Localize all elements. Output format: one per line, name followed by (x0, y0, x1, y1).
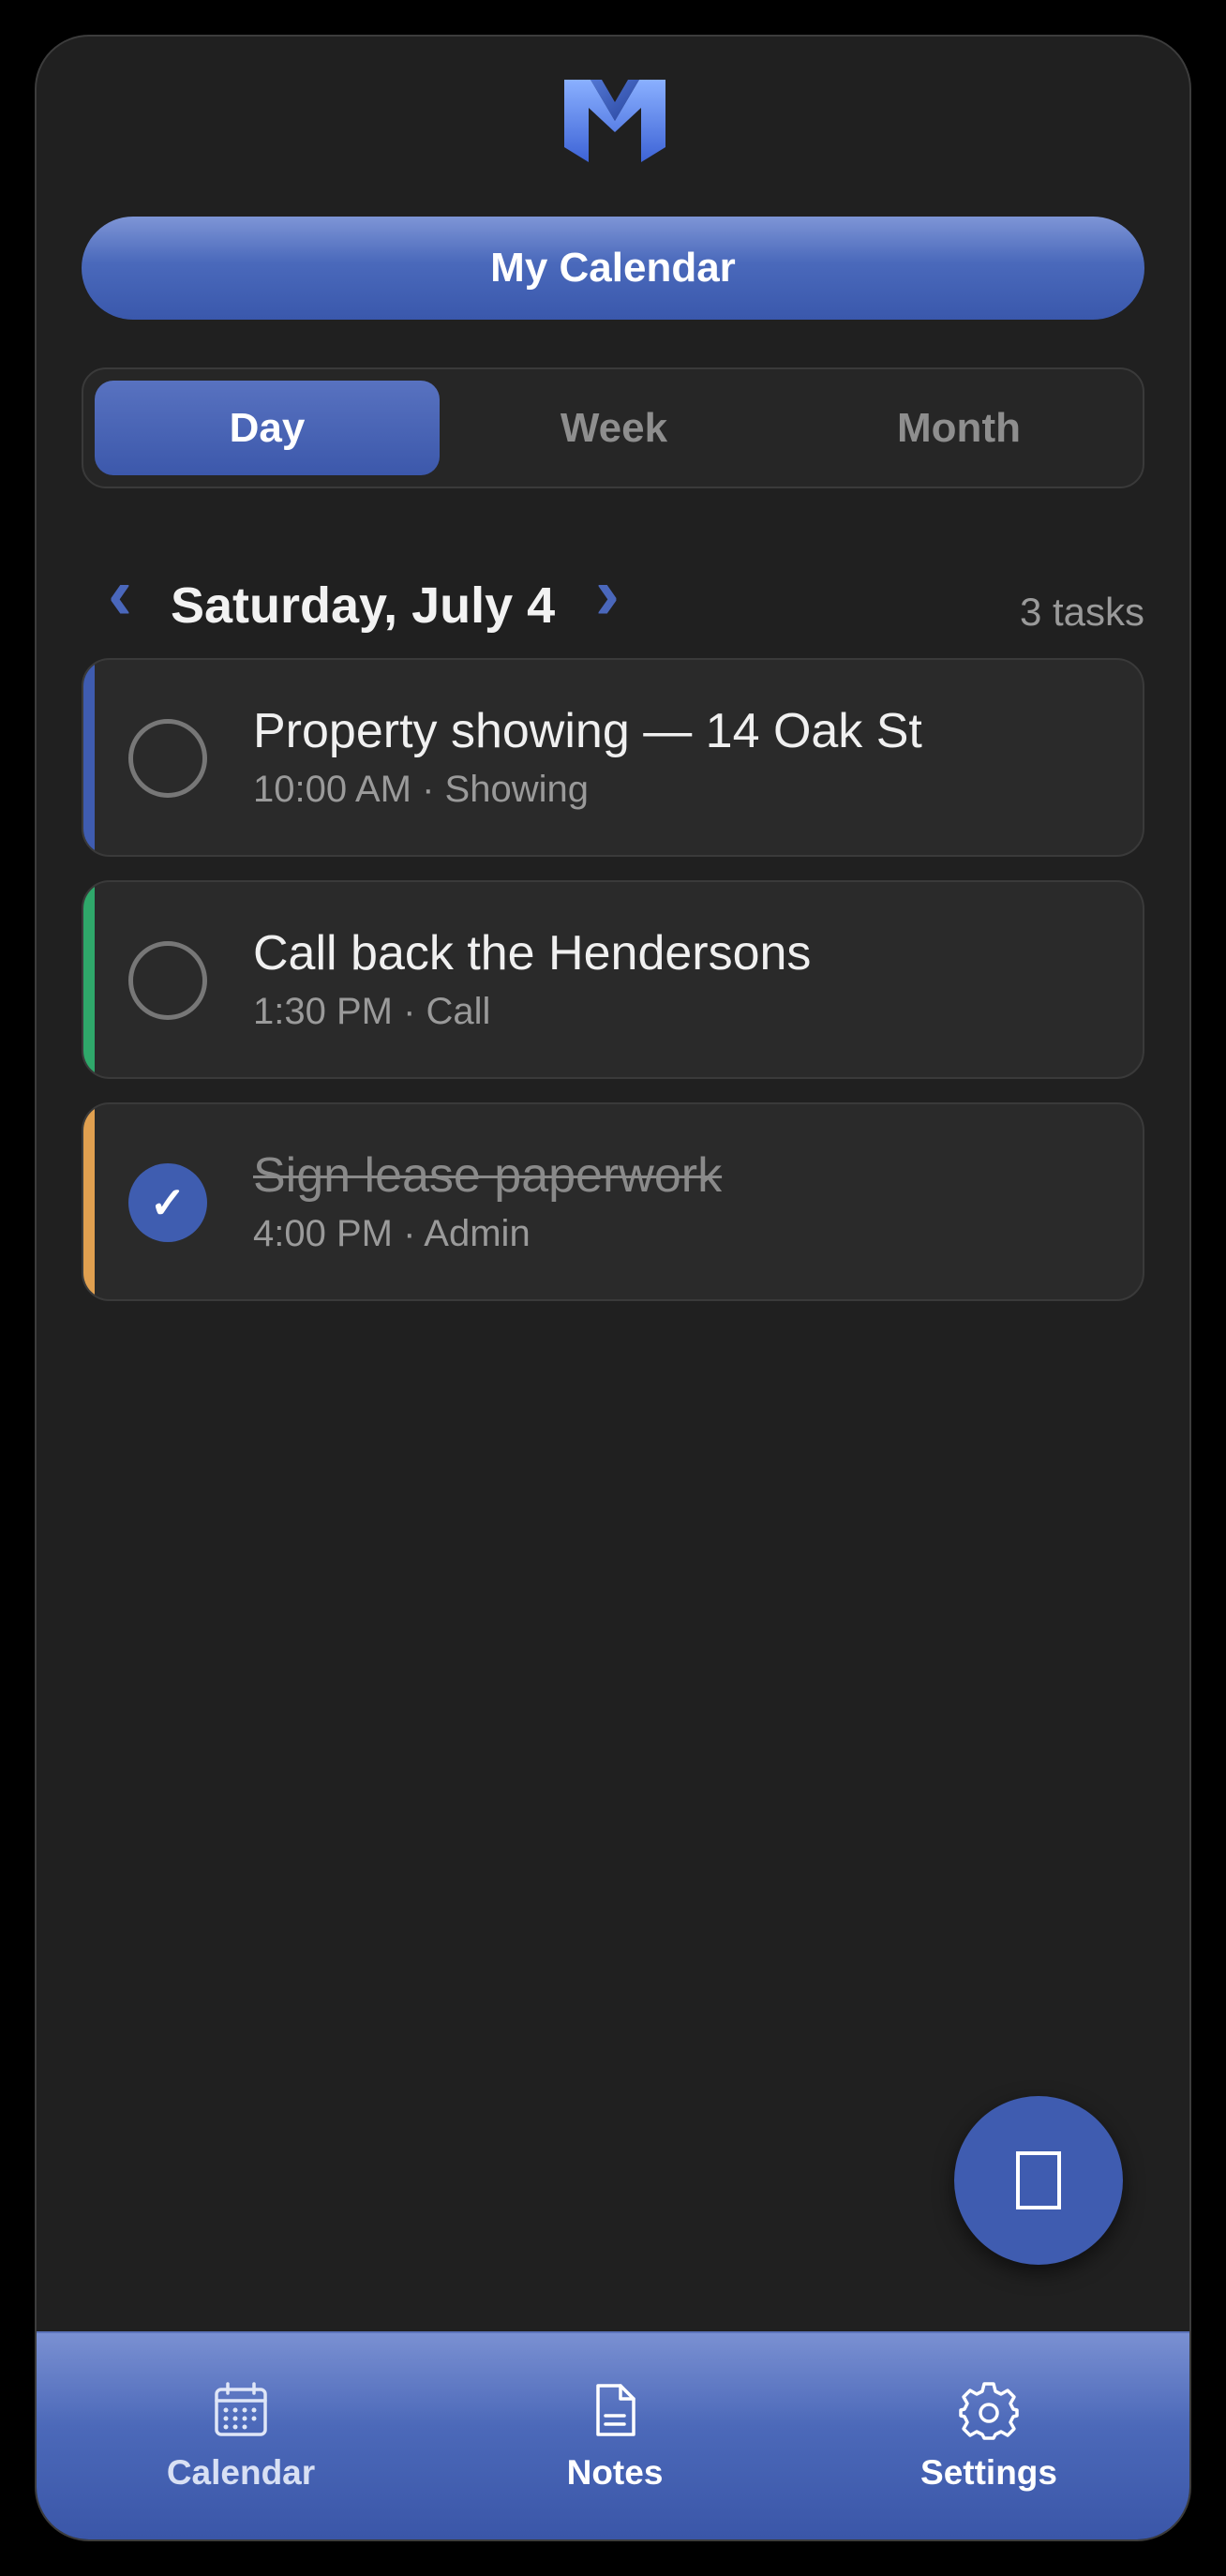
nav-item-calendar[interactable]: Calendar (100, 2380, 381, 2493)
date-navigation: ‹ Saturday, July 4 › 3 tasks (82, 557, 1144, 660)
task-checkbox-checked[interactable]: ✓ (128, 1163, 207, 1242)
task-title: Sign lease paperwork (253, 1148, 723, 1203)
tab-day[interactable]: Day (95, 381, 440, 475)
task-meta: 4:00 PM · Admin (253, 1213, 531, 1254)
task-meta: 1:30 PM · Call (253, 991, 491, 1032)
nav-label-notes: Notes (566, 2453, 664, 2492)
task-color-bar (83, 1104, 95, 1299)
add-note-icon (1016, 2151, 1061, 2209)
task-title: Property showing — 14 Oak St (253, 704, 922, 758)
task-meta: 10:00 AM · Showing (253, 769, 589, 810)
nav-item-settings[interactable]: Settings (848, 2380, 1129, 2493)
task-color-bar (83, 882, 95, 1077)
page-title: My Calendar (82, 217, 1144, 320)
task-title: Call back the Hendersons (253, 926, 812, 981)
chevron-left-icon[interactable]: ‹ (108, 557, 132, 630)
task-count: 3 tasks (1019, 590, 1144, 634)
tab-month[interactable]: Month (786, 381, 1131, 475)
task-card[interactable]: Call back the Hendersons 1:30 PM · Call (82, 880, 1144, 1079)
logo-icon (564, 80, 665, 162)
nav-label-settings: Settings (920, 2453, 1057, 2492)
app-screen: My Calendar Day Week Month ‹ Saturday, J… (35, 35, 1191, 2541)
add-note-button[interactable] (954, 2096, 1123, 2265)
gear-icon (959, 2382, 1019, 2440)
notes-icon (596, 2384, 635, 2436)
task-checkbox[interactable] (128, 719, 207, 798)
task-card[interactable]: ✓ Sign lease paperwork 4:00 PM · Admin (82, 1102, 1144, 1301)
chevron-right-icon[interactable]: › (595, 557, 620, 630)
view-switch: Day Week Month (82, 367, 1144, 488)
nav-item-notes[interactable]: Notes (474, 2380, 755, 2493)
nav-label-calendar: Calendar (166, 2453, 316, 2492)
task-card[interactable]: Property showing — 14 Oak St 10:00 AM · … (82, 658, 1144, 857)
task-checkbox[interactable] (128, 941, 207, 1020)
calendar-icon (215, 2382, 267, 2436)
checkmark-icon: ✓ (149, 1178, 187, 1227)
tab-week[interactable]: Week (441, 381, 786, 475)
bottom-navigation: Calendar Notes Settings (37, 2331, 1189, 2539)
task-color-bar (83, 660, 95, 855)
date-label: Saturday, July 4 (171, 577, 556, 634)
